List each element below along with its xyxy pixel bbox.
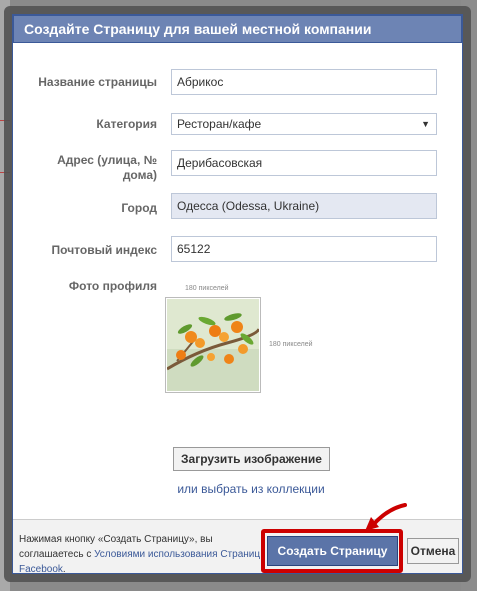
address-input[interactable]: Дерибасовская — [171, 150, 437, 176]
address-label: Адрес (улица, № дома) — [57, 153, 157, 183]
city-input[interactable]: Одесса (Odessa, Ukraine) — [171, 193, 437, 219]
category-value: Ресторан/кафе — [177, 117, 262, 131]
annotation-arrow-icon — [365, 503, 407, 531]
upload-image-button[interactable]: Загрузить изображение — [173, 447, 330, 471]
cancel-button[interactable]: Отмена — [407, 538, 459, 564]
photo-height-hint: 180 пикселей — [269, 341, 313, 348]
photo-width-hint: 180 пикселей — [185, 285, 229, 292]
create-page-button[interactable]: Создать Страницу — [267, 536, 398, 566]
create-page-dialog: Создайте Страницу для вашей местной комп… — [12, 14, 463, 577]
category-label: Категория — [96, 117, 157, 131]
address-label-line2: дома) — [122, 168, 157, 182]
city-label: Город — [121, 201, 157, 215]
address-label-line1: Адрес (улица, № — [57, 153, 157, 167]
choose-from-collection-link[interactable]: или выбрать из коллекции — [171, 482, 331, 496]
apricot-photo — [167, 299, 259, 391]
zip-label: Почтовый индекс — [51, 243, 157, 257]
dialog-title: Создайте Страницу для вашей местной комп… — [13, 15, 462, 43]
page-name-label: Название страницы — [38, 75, 157, 89]
profile-photo-label: Фото профиля — [68, 279, 157, 293]
page-name-input[interactable]: Абрикос — [171, 69, 437, 95]
dialog-frame: Создайте Страницу для вашей местной комп… — [4, 6, 471, 582]
dropdown-arrow-icon: ▼ — [421, 119, 430, 129]
category-select[interactable]: Ресторан/кафе ▼ — [171, 113, 437, 135]
terms-notice-suffix: . — [62, 564, 66, 575]
profile-photo-preview — [165, 297, 261, 393]
terms-notice: Нажимая кнопку «Создать Страницу», вы со… — [19, 532, 269, 577]
zip-input[interactable]: 65122 — [171, 236, 437, 262]
